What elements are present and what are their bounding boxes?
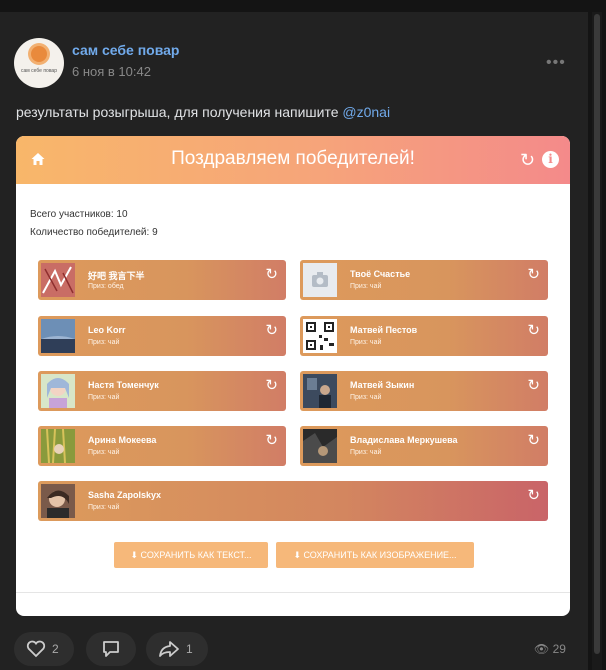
winner-photo bbox=[41, 429, 75, 463]
winner-photo bbox=[41, 374, 75, 408]
reroll-icon[interactable]: ↻ bbox=[265, 431, 278, 449]
comment-button[interactable] bbox=[86, 632, 136, 666]
heart-icon bbox=[26, 640, 46, 658]
like-count: 2 bbox=[52, 642, 59, 656]
winner-prize: Приз: чай bbox=[88, 339, 120, 346]
reroll-icon[interactable]: ↻ bbox=[265, 376, 278, 394]
winner-prize: Приз: чай bbox=[350, 449, 382, 456]
winner-prize: Приз: чай bbox=[350, 394, 382, 401]
winner-tile: Матвей Пестов Приз: чай ↻ bbox=[300, 316, 548, 356]
reroll-icon[interactable]: ↻ bbox=[527, 431, 540, 449]
winner-photo bbox=[303, 374, 337, 408]
avatar-brand-text: сам себе повар bbox=[21, 68, 57, 74]
views-counter: 👁 29 bbox=[534, 642, 566, 656]
download-icon: ⬇ bbox=[293, 550, 304, 560]
widget-header: Поздравляем победителей! ↻ i bbox=[16, 136, 570, 184]
winner-tile: Leo Korr Приз: чай ↻ bbox=[38, 316, 286, 356]
giveaway-results-widget: Поздравляем победителей! ↻ i Всего участ… bbox=[16, 136, 570, 616]
winner-prize: Приз: чай bbox=[350, 339, 382, 346]
reroll-icon[interactable]: ↻ bbox=[527, 376, 540, 394]
winner-tile: Настя Томенчук Приз: чай ↻ bbox=[38, 371, 286, 411]
winner-name: Sasha Zapolskyx bbox=[88, 490, 162, 500]
camera-placeholder-icon bbox=[303, 263, 337, 297]
winner-tile: 好吧 我言下半 Приз: обед ↻ bbox=[38, 260, 286, 300]
more-dots-icon[interactable]: ••• bbox=[546, 54, 566, 72]
save-as-text-button[interactable]: ⬇ СОХРАНИТЬ КАК ТЕКСТ... bbox=[114, 542, 268, 568]
winner-prize: Приз: чай bbox=[88, 394, 120, 401]
winner-prize: Приз: чай bbox=[350, 283, 382, 290]
winner-name: Матвей Пестов bbox=[350, 325, 418, 335]
reroll-icon[interactable]: ↻ bbox=[527, 265, 540, 283]
winner-prize: Приз: чай bbox=[88, 449, 120, 456]
like-button[interactable]: 2 bbox=[14, 632, 74, 666]
winner-tile: Sasha Zapolskyx Приз: чай ↻ bbox=[38, 481, 548, 521]
winner-photo bbox=[41, 484, 75, 518]
winner-photo bbox=[41, 319, 75, 353]
logo-sun-icon bbox=[31, 46, 47, 62]
post-date[interactable]: 6 ноя в 10:42 bbox=[72, 64, 151, 79]
views-count: 29 bbox=[552, 642, 566, 656]
winner-name: Арина Мокеева bbox=[88, 435, 157, 445]
winner-photo bbox=[41, 263, 75, 297]
reroll-icon[interactable]: ↻ bbox=[265, 265, 278, 283]
mention-link[interactable]: @z0nai bbox=[342, 104, 390, 120]
community-name-link[interactable]: сам себе повар bbox=[72, 42, 179, 58]
winner-name: Матвей Зыкин bbox=[350, 380, 415, 390]
reroll-icon[interactable]: ↻ bbox=[527, 486, 540, 504]
community-avatar[interactable]: сам себе повар bbox=[14, 38, 64, 88]
winners-count: Количество победителей: 9 bbox=[30, 227, 158, 238]
winner-tile: Арина Мокеева Приз: чай ↻ bbox=[38, 426, 286, 466]
widget-divider bbox=[16, 592, 570, 593]
total-participants: Всего участников: 10 bbox=[30, 209, 128, 220]
refresh-icon[interactable]: ↻ bbox=[520, 150, 535, 171]
widget-title: Поздравляем победителей! bbox=[171, 148, 415, 169]
share-count: 1 bbox=[186, 642, 193, 656]
winner-name: Leo Korr bbox=[88, 325, 126, 335]
reroll-icon[interactable]: ↻ bbox=[265, 321, 278, 339]
winner-tile: Матвей Зыкин Приз: чай ↻ bbox=[300, 371, 548, 411]
reroll-icon[interactable]: ↻ bbox=[527, 321, 540, 339]
winner-name: Владислава Меркушева bbox=[350, 435, 458, 445]
stats-block: Всего участников: 10 Количество победите… bbox=[30, 206, 158, 242]
winner-tile: Владислава Меркушева Приз: чай ↻ bbox=[300, 426, 548, 466]
winner-prize: Приз: чай bbox=[88, 504, 120, 511]
scrollbar[interactable] bbox=[592, 12, 602, 670]
download-icon: ⬇ bbox=[130, 550, 141, 560]
eye-icon: 👁 bbox=[534, 642, 553, 656]
scrollbar-thumb[interactable] bbox=[594, 14, 600, 654]
winner-name: Настя Томенчук bbox=[88, 380, 159, 390]
winner-tile: Твоё Счастье Приз: чай ↻ bbox=[300, 260, 548, 300]
save-as-image-button[interactable]: ⬇ СОХРАНИТЬ КАК ИЗОБРАЖЕНИЕ... bbox=[276, 542, 474, 568]
qr-code-photo bbox=[303, 319, 337, 353]
comment-icon bbox=[103, 641, 119, 657]
post-text: результаты розыгрыша, для получения напи… bbox=[16, 104, 390, 120]
winner-name: 好吧 我言下半 bbox=[88, 271, 145, 281]
info-icon[interactable]: i bbox=[542, 151, 559, 168]
winner-name: Твоё Счастье bbox=[350, 269, 411, 279]
share-button[interactable]: 1 bbox=[146, 632, 208, 666]
winner-prize: Приз: обед bbox=[88, 283, 124, 290]
post-text-body: результаты розыгрыша, для получения напи… bbox=[16, 104, 343, 120]
winner-photo bbox=[303, 429, 337, 463]
share-icon bbox=[159, 641, 179, 657]
save-as-text-label: СОХРАНИТЬ КАК ТЕКСТ... bbox=[140, 550, 252, 560]
save-as-image-label: СОХРАНИТЬ КАК ИЗОБРАЖЕНИЕ... bbox=[303, 550, 457, 560]
